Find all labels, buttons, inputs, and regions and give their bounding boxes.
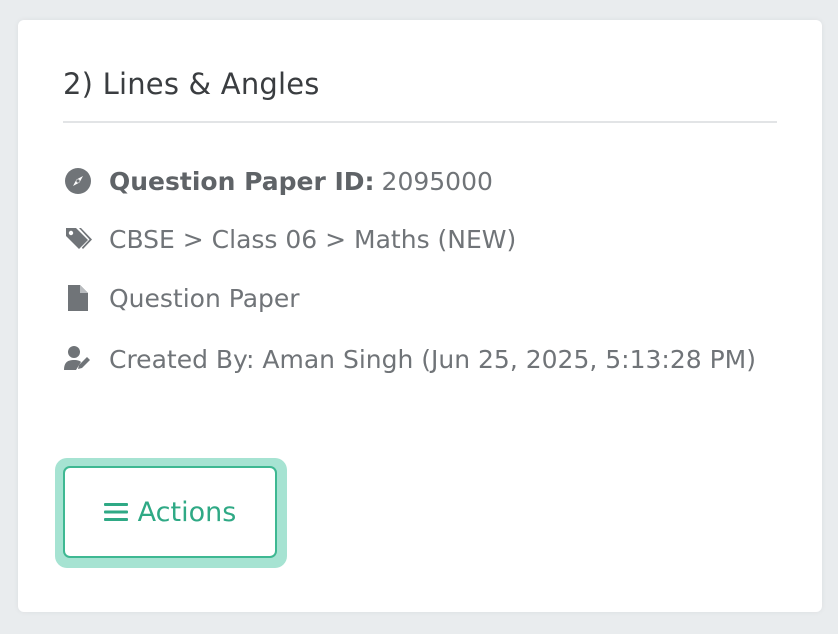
- question-paper-id-row: Question Paper ID: 2095000: [63, 166, 493, 196]
- paper-type: Question Paper: [109, 283, 300, 313]
- created-by-row: Created By: Aman Singh (Jun 25, 2025, 5:…: [63, 334, 793, 385]
- question-paper-id-label: Question Paper ID:: [109, 166, 375, 196]
- breadcrumb: CBSE > Class 06 > Maths (NEW): [109, 224, 517, 254]
- question-paper-id-value: 2095000: [381, 166, 493, 196]
- question-paper-card: 2) Lines & Angles Question Paper ID: 209…: [18, 20, 822, 612]
- breadcrumb-row: CBSE > Class 06 > Maths (NEW): [63, 224, 516, 254]
- bars-icon: [103, 500, 128, 524]
- file-icon: [63, 283, 93, 313]
- tags-icon: [63, 224, 93, 254]
- actions-button-label: Actions: [137, 496, 237, 528]
- user-edit-icon: [63, 343, 93, 373]
- paper-type-row: Question Paper: [63, 283, 300, 313]
- card-title: 2) Lines & Angles: [63, 67, 320, 101]
- actions-button[interactable]: Actions: [63, 466, 277, 558]
- compass-icon: [63, 166, 93, 196]
- actions-focus-ring: Actions: [55, 458, 287, 568]
- divider: [63, 121, 777, 123]
- created-by-text: Created By: Aman Singh (Jun 25, 2025, 5:…: [109, 345, 756, 374]
